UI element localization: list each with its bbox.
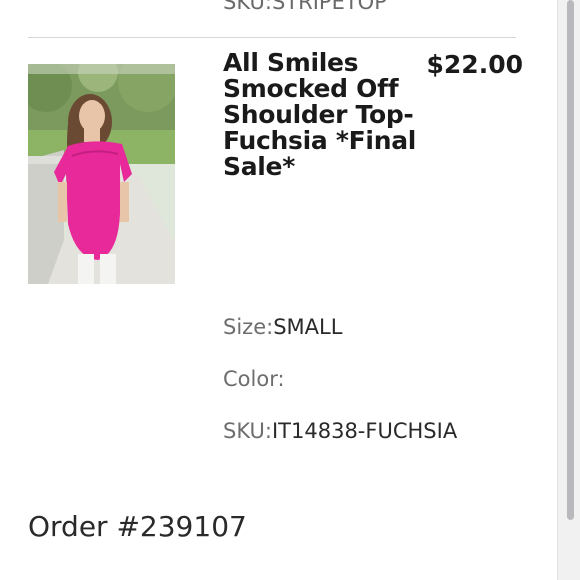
product-image[interactable]	[28, 64, 175, 284]
previous-sku-value: STRIPETOP	[271, 0, 387, 14]
product-sku: SKU:IT14838-FUCHSIA	[223, 418, 457, 444]
sku-label: SKU:	[223, 419, 272, 443]
previous-item-sku: SKU:STRIPETOP	[223, 0, 387, 14]
sku-value: IT14838-FUCHSIA	[271, 419, 458, 443]
order-details-page: SKU:STRIPETOP All Smiles Smocked Off Sho…	[0, 0, 557, 580]
scrollbar-thumb[interactable]	[567, 0, 574, 520]
product-size: Size:SMALL	[223, 314, 342, 340]
product-color: Color:	[223, 366, 285, 392]
size-value: SMALL	[273, 315, 343, 339]
product-photo	[28, 64, 175, 284]
item-divider	[28, 37, 516, 38]
order-number: Order #239107	[28, 510, 247, 543]
size-label: Size:	[223, 315, 274, 339]
product-price: $22.00	[426, 50, 523, 79]
vertical-scrollbar[interactable]	[557, 0, 580, 580]
product-title[interactable]: All Smiles Smocked Off Shoulder Top-Fuch…	[223, 50, 423, 180]
color-label: Color:	[223, 367, 285, 391]
previous-sku-label: SKU:	[223, 0, 272, 14]
